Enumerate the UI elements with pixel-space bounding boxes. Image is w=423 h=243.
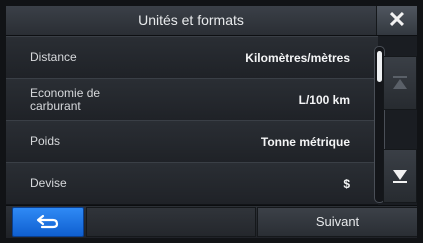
setting-value: L/100 km: [298, 92, 350, 107]
setting-value: Kilomètres/mètres: [245, 50, 350, 65]
close-icon: ✕: [387, 7, 407, 32]
scroll-top-button[interactable]: [383, 56, 417, 110]
dialog-title: Unités et formats: [138, 12, 244, 28]
scroll-bottom-button[interactable]: [383, 149, 417, 203]
setting-label: Poids: [30, 134, 61, 148]
next-button[interactable]: Suivant: [257, 207, 417, 237]
setting-row-fuel-economy[interactable]: Economie de carburant L/100 km: [6, 78, 378, 121]
bottom-bar: Suivant: [6, 205, 417, 238]
empty-button-slot: [86, 207, 256, 237]
scroll-bottom-icon: [393, 170, 407, 183]
setting-row-weight[interactable]: Poids Tonne métrique: [6, 120, 378, 163]
setting-value: Tonne métrique: [260, 134, 350, 149]
setting-label: Devise: [30, 176, 67, 190]
close-button[interactable]: ✕: [376, 6, 417, 35]
setting-label: Economie de carburant: [30, 85, 101, 113]
title-bar: Unités et formats ✕: [6, 6, 417, 36]
back-arrow-icon: [36, 214, 59, 229]
setting-value: $: [343, 176, 350, 191]
scroll-top-icon: [393, 76, 407, 89]
settings-list: Distance Kilomètres/mètres Economie de c…: [6, 36, 378, 205]
back-button[interactable]: [12, 207, 84, 237]
setting-label: Distance: [30, 50, 77, 64]
dialog-window: Unités et formats ✕ Distance Kilomètres/…: [6, 6, 417, 238]
setting-row-currency[interactable]: Devise $: [6, 162, 378, 205]
setting-row-distance[interactable]: Distance Kilomètres/mètres: [6, 36, 378, 79]
scrollbar-thumb[interactable]: [377, 51, 382, 82]
